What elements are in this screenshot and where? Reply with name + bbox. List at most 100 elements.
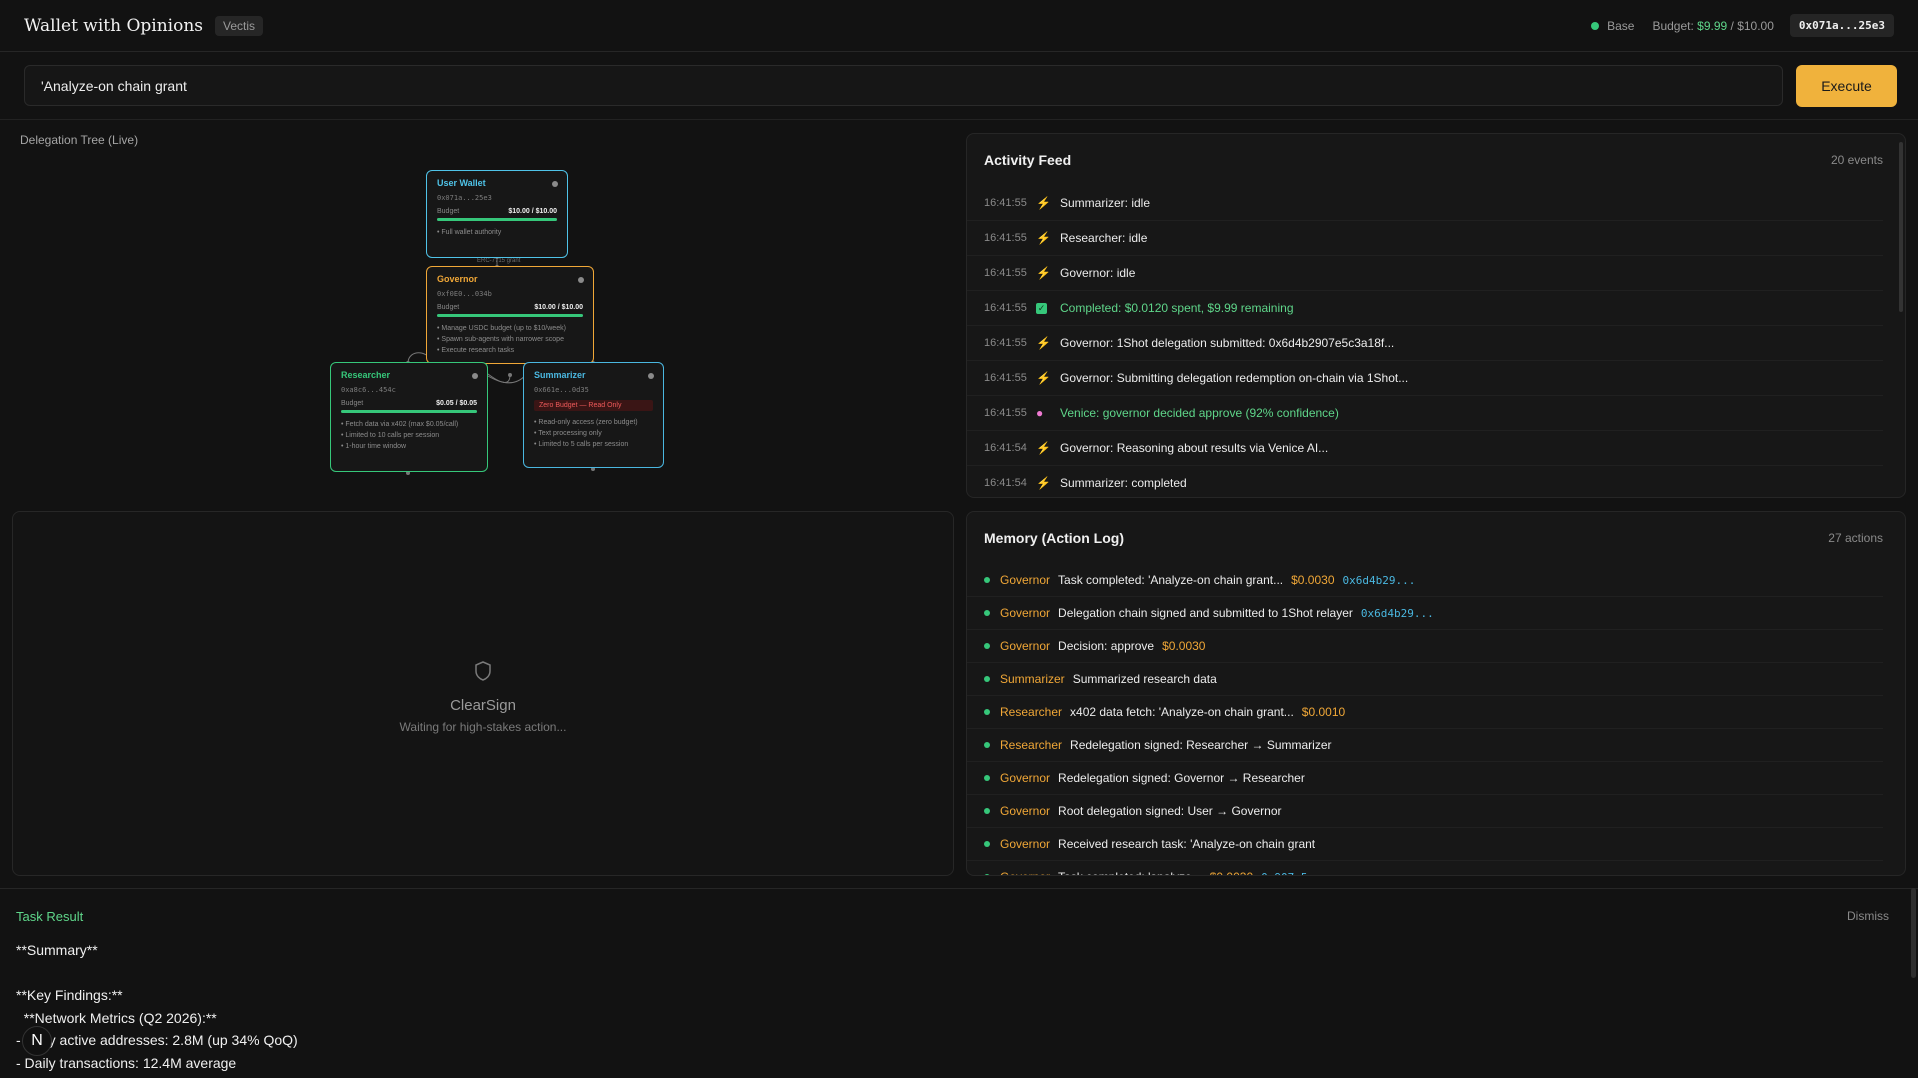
action-text: x402 data fetch: 'Analyze-on chain grant… bbox=[1070, 705, 1294, 719]
task-input[interactable] bbox=[24, 65, 1783, 106]
memory-panel: Memory (Action Log) 27 actions Governor T… bbox=[966, 511, 1906, 876]
event-text: Venice: governor decided approve (92% co… bbox=[1060, 406, 1339, 420]
event-text: Governor: 1Shot delegation submitted: 0x… bbox=[1060, 336, 1395, 350]
node-address: 0x661e...0d35 bbox=[534, 386, 589, 394]
event-time: 16:41:54 bbox=[984, 477, 1027, 489]
top-bar: Wallet with Opinions Vectis Base Budget:… bbox=[0, 0, 1918, 52]
action-agent: Governor bbox=[1000, 639, 1051, 653]
action-agent: Researcher bbox=[1000, 705, 1063, 719]
result-line: - Daily active addresses: 2.8M (up 34% Q… bbox=[16, 1032, 298, 1048]
bolt-icon: ⚡ bbox=[1036, 336, 1051, 350]
bolt-icon: ⚡ bbox=[1036, 441, 1051, 455]
clearsign-title: ClearSign bbox=[450, 697, 516, 714]
activity-event-row: 16:41:55 ⚡ Governor: idle bbox=[967, 256, 1883, 291]
dismiss-button[interactable]: Dismiss bbox=[1847, 909, 1889, 923]
budget-bar bbox=[437, 314, 583, 317]
event-time: 16:41:55 bbox=[984, 337, 1027, 349]
node-title: User Wallet bbox=[437, 178, 486, 188]
activity-event-row: 16:41:55 ⚡ Governor: Submitting delegation… bbox=[967, 361, 1883, 396]
result-line bbox=[16, 962, 298, 985]
node-address: 0x071a...25e3 bbox=[437, 194, 492, 202]
node-summarizer[interactable]: Summarizer 0x661e...0d35 Zero Budget — R… bbox=[523, 362, 664, 468]
activity-event-row: 16:41:55 ✓ Completed: $0.0120 spent, $9.99… bbox=[967, 291, 1883, 326]
memory-action-row: Governor Task completed: 'analyze... $0.00… bbox=[967, 861, 1883, 876]
status-dot bbox=[984, 610, 990, 616]
status-dot bbox=[984, 808, 990, 814]
node-status-dot bbox=[578, 277, 584, 283]
task-result-title: Task Result bbox=[16, 909, 84, 924]
n-badge-button[interactable]: N bbox=[22, 1026, 52, 1056]
memory-list[interactable]: Governor Task completed: 'Analyze-on chai… bbox=[967, 564, 1905, 876]
node-status-dot bbox=[648, 373, 654, 379]
bolt-icon: ⚡ bbox=[1036, 476, 1051, 490]
task-result-body: **Summary** **Key Findings:** **Network M… bbox=[16, 939, 298, 1074]
clearsign-subtitle: Waiting for high-stakes action... bbox=[399, 720, 567, 734]
task-result-panel: Task Result Dismiss **Summary** **Key Fin… bbox=[0, 888, 1918, 1078]
event-time: 16:41:55 bbox=[984, 407, 1027, 419]
result-line: **Summary** bbox=[16, 942, 98, 958]
activity-event-count: 20 events bbox=[1830, 153, 1883, 167]
app-title: Wallet with Opinions bbox=[24, 15, 204, 36]
action-text: Task completed: 'Analyze-on chain grant.… bbox=[1058, 573, 1284, 587]
activity-list[interactable]: 16:41:55 ⚡ Summarizer: idle 16:41:55 ⚡ Resear… bbox=[967, 186, 1905, 497]
execute-button[interactable]: Execute bbox=[1796, 65, 1897, 107]
event-text: Governor: idle bbox=[1060, 266, 1136, 280]
node-status-dot bbox=[552, 181, 558, 187]
memory-action-row: Researcher Redelegation signed: Researche… bbox=[967, 729, 1883, 762]
page-scrollbar[interactable] bbox=[1911, 888, 1916, 978]
node-budget: Budget $10.00 / $10.00 bbox=[437, 304, 583, 311]
memory-action-row: Researcher x402 data fetch: 'Analyze-on c… bbox=[967, 696, 1883, 729]
status-dot bbox=[984, 775, 990, 781]
action-text: Decision: approve bbox=[1058, 639, 1155, 653]
wallet-address-button[interactable]: 0x071a...25e3 bbox=[1789, 14, 1894, 37]
event-text: Summarizer: idle bbox=[1060, 196, 1151, 210]
action-agent: Summarizer bbox=[1000, 672, 1065, 686]
activity-scrollbar[interactable] bbox=[1899, 142, 1903, 312]
event-text: Governor: Submitting delegation redempti… bbox=[1060, 371, 1409, 385]
header-status: Base Budget: $9.99 / $10.00 0x071a...25e… bbox=[1591, 14, 1894, 37]
zero-budget-badge: Zero Budget — Read Only bbox=[534, 400, 653, 411]
bolt-icon: ⚡ bbox=[1036, 196, 1051, 210]
tx-hash-link[interactable]: 0x907e5c... bbox=[1261, 871, 1334, 876]
tx-hash-link[interactable]: 0x6d4b29... bbox=[1343, 574, 1416, 587]
action-agent: Governor bbox=[1000, 606, 1051, 620]
bolt-icon: ⚡ bbox=[1036, 371, 1051, 385]
activity-event-row: 16:41:55 ⚡ Researcher: idle bbox=[967, 221, 1883, 256]
delegation-tree-panel: Delegation Tree (Live) ERC-7715 grant Us… bbox=[0, 121, 962, 506]
memory-action-row: Governor Delegation chain signed and subm… bbox=[967, 597, 1883, 630]
node-address: 0xa8c6...454c bbox=[341, 386, 396, 394]
node-title: Summarizer bbox=[534, 370, 586, 380]
node-permissions: • Read-only access (zero budget) • Text … bbox=[534, 419, 638, 448]
network-status-dot bbox=[1591, 21, 1600, 30]
event-text: Completed: $0.0120 spent, $9.99 remainin… bbox=[1060, 301, 1294, 315]
node-governor[interactable]: Governor 0xf0E0...034b Budget $10.00 / $… bbox=[426, 266, 594, 364]
action-agent: Governor bbox=[1000, 771, 1051, 785]
action-agent: Governor bbox=[1000, 870, 1050, 875]
activity-event-row: 16:41:54 ⚡ Governor: Reasoning about resul… bbox=[967, 431, 1883, 466]
event-text: Researcher: idle bbox=[1060, 231, 1148, 245]
brain-icon: ● bbox=[1036, 406, 1044, 420]
event-time: 16:41:55 bbox=[984, 372, 1027, 384]
memory-action-row: Summarizer Summarized research data bbox=[967, 663, 1883, 696]
activity-feed-panel: Activity Feed 20 events 16:41:55 ⚡ Summari… bbox=[966, 133, 1906, 498]
status-dot bbox=[984, 742, 990, 748]
activity-feed-title: Activity Feed bbox=[984, 152, 1072, 168]
bolt-icon: ⚡ bbox=[1036, 266, 1051, 280]
status-dot bbox=[984, 643, 990, 649]
tx-hash-link[interactable]: 0x6d4b29... bbox=[1361, 607, 1434, 620]
node-permissions: • Full wallet authority bbox=[437, 229, 502, 236]
action-text: Received research task: 'Analyze-on chai… bbox=[1058, 837, 1316, 851]
node-user-wallet[interactable]: User Wallet 0x071a...25e3 Budget $10.00 … bbox=[426, 170, 568, 258]
action-cost: $0.0030 bbox=[1162, 639, 1206, 653]
action-cost: $0.0030 bbox=[1210, 870, 1253, 875]
node-title: Researcher bbox=[341, 370, 391, 380]
node-permissions: • Fetch data via x402 (max $0.05/call) •… bbox=[341, 421, 459, 450]
event-time: 16:41:54 bbox=[984, 442, 1027, 454]
node-title: Governor bbox=[437, 274, 478, 284]
activity-event-row: 16:41:55 ● Venice: governor decided approv… bbox=[967, 396, 1883, 431]
node-researcher[interactable]: Researcher 0xa8c6...454c Budget $0.05 / … bbox=[330, 362, 488, 472]
memory-action-row: Governor Task completed: 'Analyze-on chai… bbox=[967, 564, 1883, 597]
budget-display: Budget: $9.99 / $10.00 bbox=[1652, 18, 1774, 33]
action-agent: Researcher bbox=[1000, 738, 1063, 752]
memory-title: Memory (Action Log) bbox=[984, 530, 1124, 546]
